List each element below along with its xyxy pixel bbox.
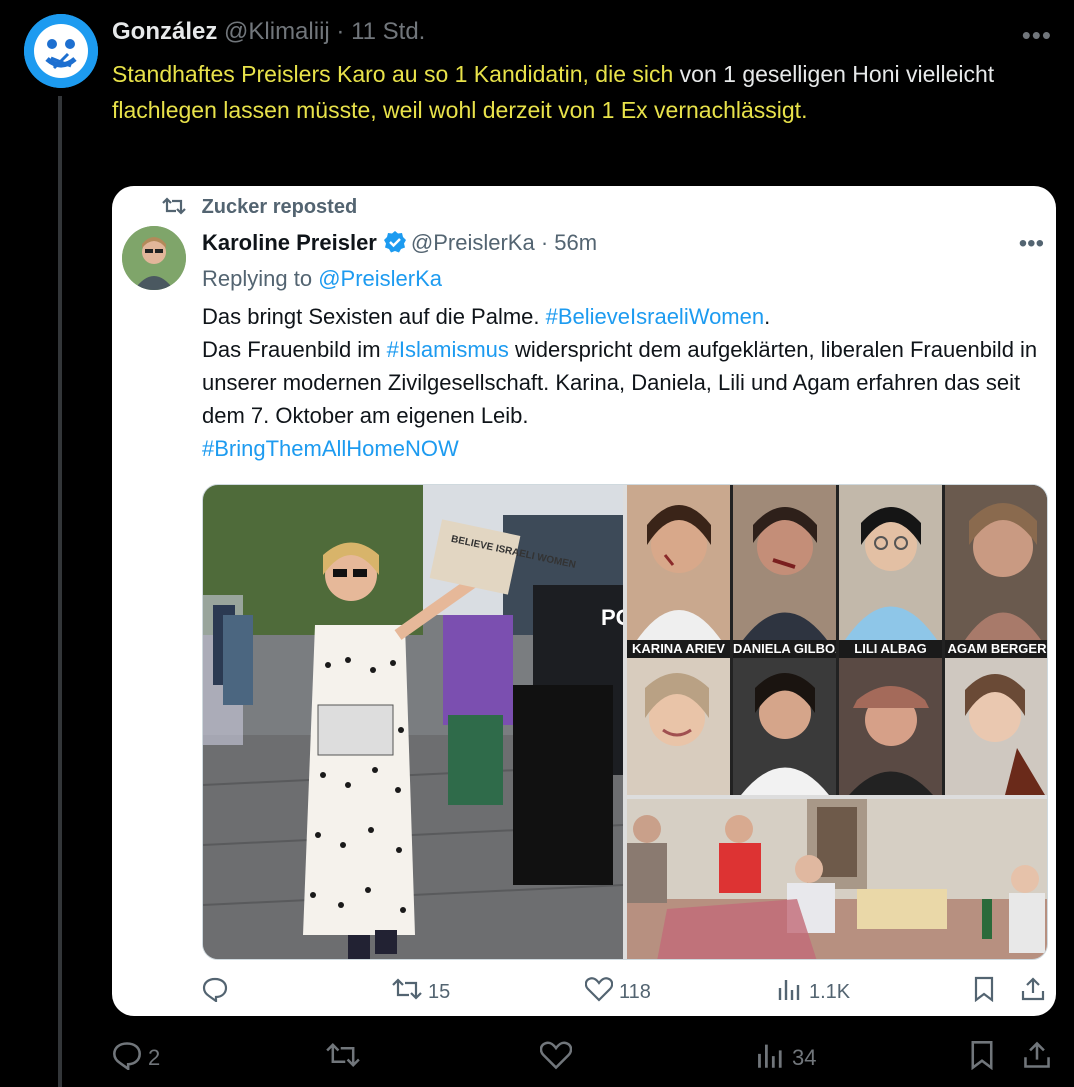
avatar[interactable] [24, 14, 98, 88]
text-segment: . [764, 304, 771, 329]
more-dots-icon[interactable]: ••• [1022, 20, 1052, 51]
text-segment: Standhaftes Preislers Karo au so 1 Kandi… [112, 61, 674, 87]
share-button[interactable] [1020, 976, 1046, 1008]
portrait-caption: AGAM BERGER [945, 640, 1047, 658]
hashtag-link[interactable]: #BringThemAllHomeNOW [202, 436, 459, 461]
room-scene [627, 799, 1047, 959]
like-button[interactable] [539, 1040, 578, 1076]
text-segment: flachlegen lassen müsste, weil wohl derz… [112, 97, 808, 123]
protest-photo[interactable]: PO BELIEVE ISRAELI WOMEN [203, 485, 633, 959]
author-handle[interactable]: @PreislerKa [411, 230, 535, 255]
hostage-portraits-grid[interactable]: KARINA ARIEV DANIELA GILBOA LILI ALBAG A… [627, 485, 1047, 795]
repost-label[interactable]: Zucker reposted [202, 196, 358, 218]
portrait-photo [945, 658, 1047, 795]
share-button[interactable] [1022, 1040, 1052, 1076]
like-count: 118 [619, 980, 651, 1003]
text-line: #BringThemAllHomeNOW [202, 432, 1042, 465]
hostages-room-photo[interactable] [627, 799, 1047, 959]
bookmark-button[interactable] [972, 976, 996, 1008]
bookmark-icon [972, 976, 996, 1008]
separator: · [540, 230, 549, 255]
reply-button[interactable] [202, 976, 234, 1008]
repost-button[interactable] [326, 1040, 366, 1076]
portrait-photo [839, 485, 942, 640]
repost-icon [392, 976, 422, 1008]
text-segment: Das Frauenbild im [202, 337, 387, 362]
hashtag-link[interactable]: #Islamismus [387, 337, 509, 362]
quoted-post-text: Das bringt Sexisten auf die Palme. #Beli… [202, 300, 1042, 465]
views-count: 34 [792, 1045, 817, 1070]
portrait-caption: KARINA ARIEV [627, 640, 730, 658]
avatar[interactable] [122, 226, 186, 290]
portrait-photo [627, 485, 730, 640]
replying-handle-link[interactable]: @PreislerKa [318, 266, 442, 291]
reply-icon [202, 976, 228, 1008]
portrait-photo [733, 658, 836, 795]
views-chart-icon [777, 976, 803, 1008]
replying-to: Replying to @PreislerKa [202, 266, 442, 292]
repost-count: 15 [428, 980, 451, 1003]
hashtag-link[interactable]: #BelieveIsraeliWomen [546, 304, 764, 329]
text-segment: Das bringt Sexisten auf die Palme. [202, 304, 546, 329]
portrait-photo [945, 485, 1047, 640]
views-count: 1.1K [809, 980, 851, 1003]
reply-button[interactable]: 2 [112, 1040, 160, 1076]
more-dots-icon[interactable]: ••• [1019, 230, 1044, 258]
replying-prefix: Replying to [202, 266, 313, 291]
portrait-caption: LILI ALBAG [839, 640, 942, 658]
views-button[interactable]: 34 [756, 1040, 816, 1076]
post-actions: 2 34 [112, 1040, 1056, 1074]
protest-scene: PO BELIEVE ISRAELI WOMEN [203, 485, 633, 959]
text-segment: von 1 geselligen Honi vielleicht [673, 61, 995, 87]
verified-badge-icon [383, 230, 407, 260]
portrait-photo [627, 658, 730, 795]
reply-count: 2 [148, 1045, 161, 1070]
reply-icon [112, 1040, 142, 1076]
repost-indicator: Zucker reposted [162, 196, 357, 222]
portrait-photo [839, 658, 942, 795]
share-icon [1020, 976, 1046, 1008]
portrait-caption: DANIELA GILBOA [733, 640, 836, 658]
portrait-photo [733, 485, 836, 640]
bookmark-icon [968, 1040, 996, 1076]
heart-icon [539, 1040, 573, 1076]
author-name[interactable]: Karoline Preisler [202, 230, 377, 255]
views-button[interactable]: 1.1K [777, 976, 850, 1008]
heart-icon [584, 976, 614, 1008]
smiley-avatar-icon [24, 14, 98, 88]
repost-icon [162, 197, 192, 221]
author-name[interactable]: González [112, 18, 217, 45]
share-icon [1022, 1040, 1052, 1076]
repost-button[interactable]: 15 [392, 976, 450, 1008]
profile-photo [122, 226, 186, 290]
separator: · [336, 18, 345, 45]
bookmark-button[interactable] [968, 1040, 996, 1076]
author-handle[interactable]: @Klimaliij [224, 18, 330, 45]
post-time[interactable]: 56m [554, 230, 597, 255]
post-text: Standhaftes Preislers Karo au so 1 Kandi… [112, 56, 1012, 128]
text-line: Das bringt Sexisten auf die Palme. #Beli… [202, 300, 1042, 333]
thread-line [58, 96, 62, 1087]
post-header: González @Klimaliij · 11 Std. [112, 18, 425, 46]
post-time[interactable]: 11 Std. [351, 18, 425, 45]
repost-icon [326, 1040, 360, 1076]
quoted-post-header: Karoline Preisler @PreislerKa · 56m [202, 230, 597, 260]
quoted-post-actions: 15 118 1.1K [202, 976, 1048, 1006]
media-collage[interactable]: PO BELIEVE ISRAELI WOMEN [202, 484, 1048, 960]
police-text: PO [601, 605, 623, 630]
views-chart-icon [756, 1040, 786, 1076]
like-button[interactable]: 118 [584, 976, 651, 1008]
text-line: Das Frauenbild im #Islamismus widerspric… [202, 333, 1042, 432]
quoted-post-card[interactable]: Zucker reposted Karoline Preisler @Preisl… [112, 186, 1056, 1016]
